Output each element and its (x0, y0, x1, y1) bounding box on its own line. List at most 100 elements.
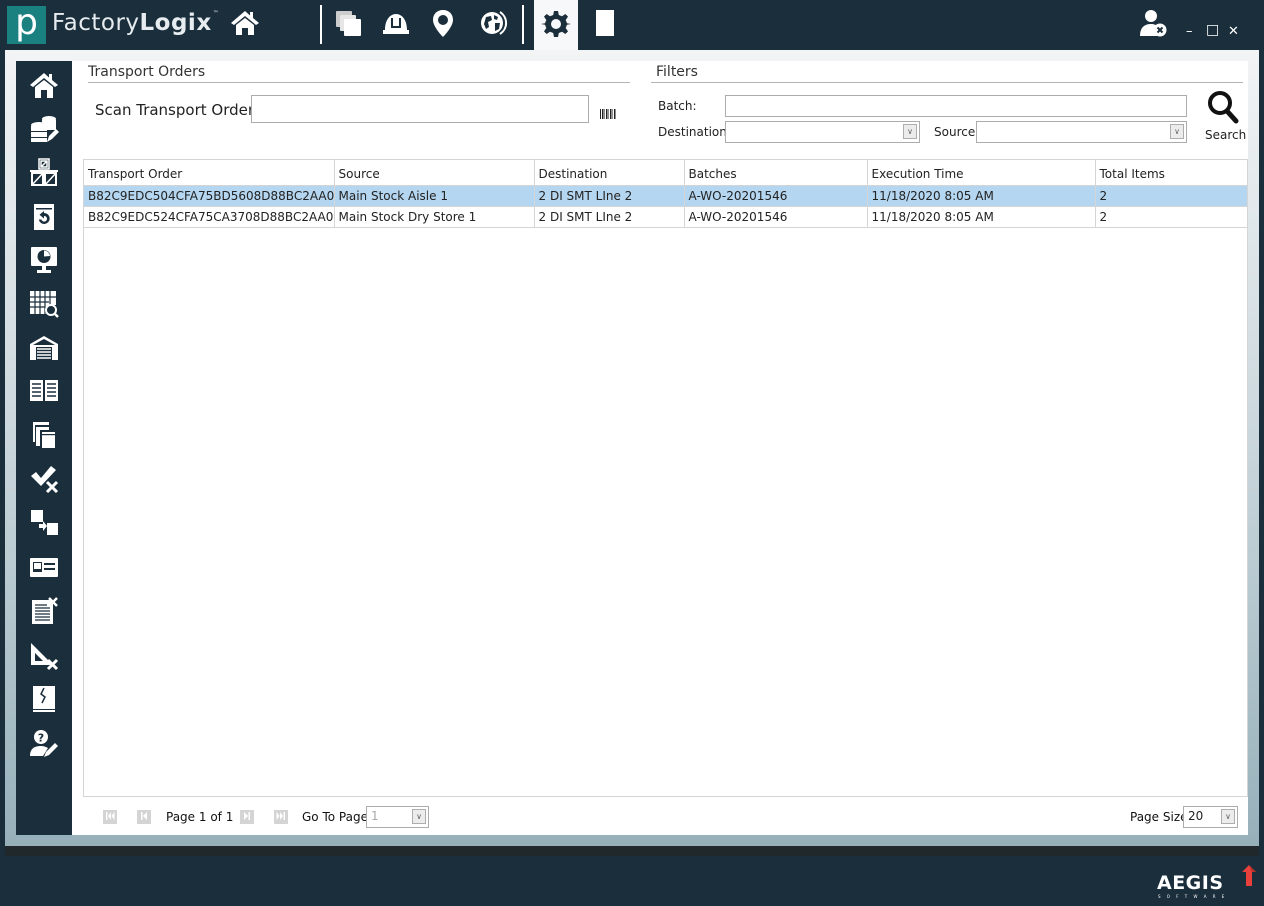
search-button[interactable]: Search (1201, 90, 1246, 142)
chevron-down-icon[interactable]: ∨ (1170, 124, 1184, 139)
transport-orders-table: Transport Order Source Destination Batch… (84, 160, 1248, 228)
crates-icon (29, 157, 59, 191)
frame-shadow (5, 846, 1259, 856)
table-search-icon (29, 289, 59, 323)
sidebar-item-cards[interactable] (27, 552, 61, 586)
sidebar-item-database[interactable] (27, 114, 61, 148)
column-header-destination[interactable]: Destination (534, 160, 685, 186)
documents-icon (333, 8, 363, 42)
user-help-edit-icon: ? (29, 729, 59, 763)
previous-page-button[interactable] (137, 810, 151, 824)
aegis-brand: AEGIS (1157, 872, 1224, 894)
sidebar-item-transfer[interactable] (27, 507, 61, 541)
toolbar-home-button[interactable] (228, 8, 262, 42)
next-page-button[interactable] (240, 810, 254, 824)
transport-orders-grid: Transport Order Source Destination Batch… (83, 159, 1248, 797)
sidebar-item-measure[interactable] (27, 641, 61, 675)
toolbar-settings-button[interactable] (534, 0, 578, 50)
aegis-logo: AEGIS S O F T W A R E (1157, 865, 1257, 900)
scan-transport-order-input[interactable] (251, 95, 589, 123)
destination-select[interactable]: ∨ (725, 121, 920, 143)
toolbar-documents-button[interactable] (331, 8, 365, 42)
table-header-row: Transport Order Source Destination Batch… (84, 160, 1248, 186)
destination-label: Destination: (658, 125, 731, 139)
go-to-page-label: Go To Page (302, 810, 368, 824)
filters-title: Filters (656, 64, 698, 80)
batch-input[interactable] (725, 95, 1187, 117)
column-header-transport-order[interactable]: Transport Order (84, 160, 335, 186)
sidebar-item-user-help[interactable]: ? (27, 729, 61, 763)
user-logout-button[interactable] (1136, 8, 1170, 42)
chevron-down-icon[interactable]: ∨ (903, 124, 917, 139)
sidebar-item-dashboard[interactable] (27, 245, 61, 279)
toolbar-separator (320, 5, 322, 44)
column-header-source[interactable]: Source (334, 160, 535, 186)
go-to-page-select[interactable]: 1 ∨ (366, 806, 429, 828)
table-row[interactable]: B82C9EDC524CFA75CA3708D88BC2AA09 Main St… (84, 206, 1248, 228)
triangle-ruler-x-icon (29, 641, 59, 675)
cell-source: Main Stock Aisle 1 (334, 185, 535, 207)
user-logout-icon (1138, 8, 1168, 42)
sidebar-item-inventory[interactable] (27, 157, 61, 191)
transport-orders-title: Transport Orders (88, 64, 206, 80)
page-size-select[interactable]: 20 ∨ (1183, 806, 1238, 828)
sidebar-item-approvals[interactable] (27, 463, 61, 497)
cell-execution-time: 11/18/2020 8:05 AM (867, 185, 1096, 207)
sidebar-item-transport[interactable] (27, 202, 61, 236)
monitor-chart-icon (29, 245, 59, 279)
home-icon (230, 8, 260, 42)
close-button[interactable]: ✕ (1228, 24, 1239, 39)
cell-total-items: 2 (1095, 206, 1248, 228)
minimize-button[interactable]: – (1186, 24, 1193, 39)
first-page-icon (105, 810, 115, 824)
section-divider (651, 82, 1243, 83)
first-page-button[interactable] (103, 810, 117, 824)
sidebar-item-table-search[interactable] (27, 289, 61, 323)
pager: Page 1 of 1 Go To Page 1 ∨ Page Size 20 … (83, 797, 1248, 835)
toolbar-separator (522, 5, 524, 44)
page-size-value: 20 (1188, 809, 1204, 823)
sidebar-item-devices[interactable] (27, 420, 61, 454)
app-logo-text: FactoryLogix™ (52, 10, 219, 36)
logo-text-bold: Logix (139, 10, 212, 36)
toolbar-global-button[interactable] (476, 8, 510, 42)
sidebar-item-home[interactable] (27, 70, 61, 104)
column-header-execution-time[interactable]: Execution Time (867, 160, 1096, 186)
toolbar-transport-button[interactable] (588, 8, 622, 42)
go-to-page-value: 1 (371, 809, 379, 823)
chevron-down-icon[interactable]: ∨ (1221, 809, 1235, 824)
home-icon (29, 70, 59, 104)
refresh-book-icon (590, 8, 620, 42)
source-select[interactable]: ∨ (976, 121, 1187, 143)
chevron-down-icon[interactable]: ∨ (412, 809, 426, 824)
sidebar-item-defects[interactable] (27, 684, 61, 718)
toolbar-production-button[interactable] (379, 8, 413, 42)
sidebar-item-manual[interactable] (27, 375, 61, 409)
column-header-batches[interactable]: Batches (684, 160, 868, 186)
sidebar-item-warehouse[interactable] (27, 333, 61, 367)
cell-destination: 2 DI SMT LIne 2 (534, 185, 685, 207)
check-x-icon (29, 463, 59, 497)
logo-text-light: Factory (52, 10, 140, 36)
broken-book-icon (29, 684, 59, 718)
barcode-icon[interactable] (600, 104, 616, 123)
table-row[interactable]: B82C9EDC504CFA75BD5608D88BC2AA06 Main St… (84, 185, 1248, 207)
last-page-button[interactable] (274, 810, 288, 824)
maximize-button[interactable]: □ (1206, 22, 1219, 38)
location-pin-icon (428, 8, 458, 42)
aegis-brand-sub: S O F T W A R E (1158, 894, 1227, 899)
svg-text:?: ? (38, 732, 44, 745)
title-bar: p FactoryLogix™ – □ ✕ (0, 0, 1264, 50)
column-header-total-items[interactable]: Total Items (1095, 160, 1248, 186)
hardhat-icon (381, 8, 411, 42)
scan-transport-order-label: Scan Transport Order: (95, 101, 259, 119)
transfer-icon (29, 507, 59, 541)
search-icon (1207, 90, 1239, 128)
logo-tm: ™ (212, 10, 220, 17)
cell-source: Main Stock Dry Store 1 (334, 206, 535, 228)
sidebar-item-list-remove[interactable] (27, 596, 61, 630)
cell-total-items: 2 (1095, 185, 1248, 207)
id-card-icon (29, 552, 59, 586)
toolbar-locations-button[interactable] (426, 8, 460, 42)
cell-execution-time: 11/18/2020 8:05 AM (867, 206, 1096, 228)
